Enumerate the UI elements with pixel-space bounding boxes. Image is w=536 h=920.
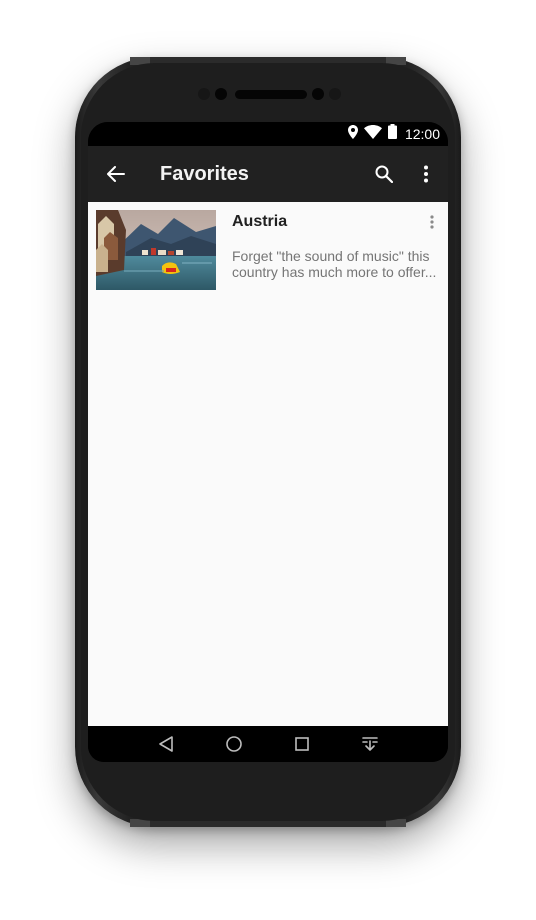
favorite-description: Forget "the sound of music" this country…: [232, 248, 437, 280]
item-overflow-menu-button[interactable]: [422, 212, 442, 232]
app-bar: Favorites: [88, 146, 448, 202]
search-button[interactable]: [372, 162, 396, 186]
phone-screen: 12:00 Favorites Austria Forget "the soun…: [88, 122, 448, 762]
location-icon: [347, 124, 358, 144]
front-camera: [215, 88, 227, 100]
lakeside-village-thumbnail: [96, 210, 216, 290]
favorite-title: Austria: [232, 213, 288, 230]
page-title: Favorites: [160, 163, 249, 185]
status-time: 12:00: [404, 126, 440, 142]
back-triangle-icon: [159, 736, 173, 752]
wifi-icon: [363, 124, 382, 144]
phone-frame: 12:00 Favorites Austria Forget "the soun…: [75, 57, 461, 827]
favorites-list: Austria Forget "the sound of music" this…: [88, 202, 448, 726]
device-mockup: 12:00 Favorites Austria Forget "the soun…: [0, 0, 536, 920]
nav-home-button[interactable]: [224, 734, 244, 754]
proximity-sensor: [312, 88, 324, 100]
nav-recents-button[interactable]: [292, 734, 312, 754]
search-icon: [375, 165, 393, 183]
battery-icon: [387, 124, 397, 144]
nav-notifications-button[interactable]: [360, 734, 380, 754]
earpiece-speaker: [235, 90, 307, 99]
recents-square-icon: [295, 737, 309, 751]
more-vert-icon: [424, 165, 428, 183]
notifications-pulldown-icon: [362, 737, 378, 751]
light-sensor: [329, 88, 341, 100]
home-circle-icon: [226, 736, 242, 752]
nav-back-button[interactable]: [156, 734, 176, 754]
overflow-menu-button[interactable]: [414, 162, 438, 186]
arrow-back-icon: [107, 166, 125, 182]
back-button[interactable]: [104, 162, 128, 186]
status-bar: 12:00: [88, 122, 448, 146]
system-nav-bar: [88, 726, 448, 762]
status-icons: 12:00: [347, 124, 440, 144]
front-sensor: [198, 88, 210, 100]
more-vert-icon: [430, 215, 434, 229]
list-item[interactable]: Austria Forget "the sound of music" this…: [88, 202, 448, 298]
